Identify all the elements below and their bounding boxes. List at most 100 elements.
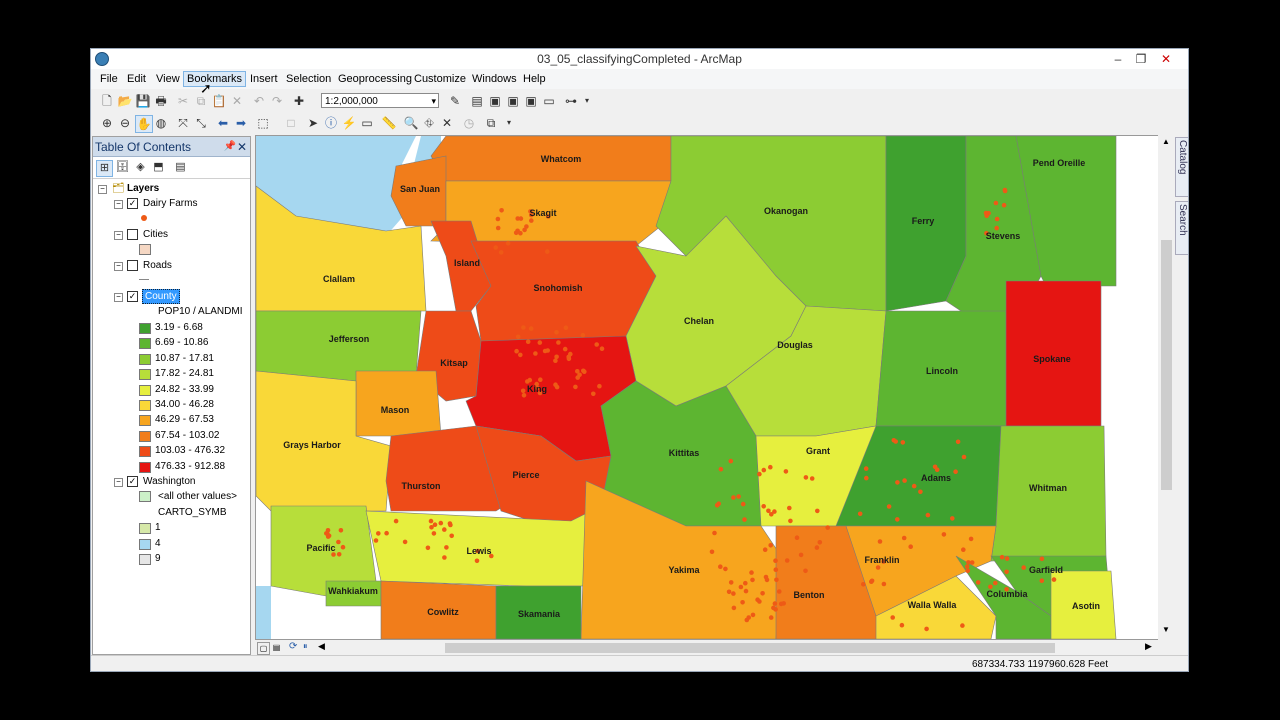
list-by-selection-icon[interactable]: ⬒	[151, 160, 166, 175]
toolbar-options-icon[interactable]: ▾	[579, 93, 595, 109]
collapse-washington-icon[interactable]: −	[114, 478, 123, 487]
paste-icon[interactable]: 📋	[211, 93, 227, 109]
county-mason[interactable]	[355, 370, 442, 437]
find-route-icon[interactable]: ⛗	[421, 115, 437, 131]
delete-icon[interactable]: ✕	[229, 93, 245, 109]
select-elements-icon[interactable]: ➤	[305, 115, 321, 131]
forward-extent-icon[interactable]: ➡	[233, 115, 249, 131]
catalog-window-icon[interactable]: ▣	[487, 93, 503, 109]
map-scale-dropdown[interactable]: 1:2,000,000 ▾	[321, 93, 439, 108]
dairy-farms-label[interactable]: Dairy Farms	[143, 197, 197, 210]
print-icon[interactable]: 🖶	[153, 93, 169, 109]
minimize-button[interactable]: –	[1107, 50, 1129, 68]
pause-drawing-icon[interactable]: ⏸	[303, 641, 308, 652]
cities-label[interactable]: Cities	[143, 228, 168, 241]
collapse-county-icon[interactable]: −	[114, 293, 123, 302]
roads-label[interactable]: Roads	[143, 259, 172, 272]
python-window-icon[interactable]: ▭	[541, 93, 557, 109]
county-jefferson[interactable]	[256, 310, 422, 382]
county-whitman[interactable]	[990, 425, 1107, 562]
hyperlink-icon[interactable]: ⚡	[341, 115, 357, 131]
select-features-icon[interactable]: ⬚	[255, 115, 271, 131]
pin-icon[interactable]: 📌	[224, 137, 236, 157]
data-view-icon[interactable]: ▤	[271, 642, 282, 653]
vertical-scroll-thumb[interactable]	[1161, 240, 1172, 490]
scroll-right-icon[interactable]: ▶	[1145, 641, 1152, 652]
dairy-farm-point	[750, 612, 756, 618]
back-extent-icon[interactable]: ⬅	[215, 115, 231, 131]
horizontal-scroll-thumb[interactable]	[445, 643, 1055, 653]
zoom-out-icon[interactable]: ⊖	[117, 115, 133, 131]
menu-file[interactable]: File	[97, 72, 121, 88]
new-document-icon[interactable]: 🗋	[99, 93, 115, 109]
horizontal-scrollbar[interactable]: ▢ ▤ ⟳ ⏸ ◀ ▶	[255, 640, 1158, 656]
close-button[interactable]: ✕	[1155, 50, 1177, 68]
search-tab[interactable]: Search	[1175, 201, 1188, 255]
clear-selection-icon[interactable]: □	[283, 115, 299, 131]
model-builder-icon[interactable]: ⊶	[563, 93, 579, 109]
cities-checkbox[interactable]	[127, 229, 138, 240]
scroll-down-icon[interactable]: ▼	[1162, 625, 1170, 634]
menu-geoprocessing[interactable]: Geoprocessing	[335, 72, 415, 88]
dairy-farms-checkbox[interactable]: ✓	[127, 198, 138, 209]
vertical-scrollbar[interactable]: ▲ ▼	[1158, 135, 1175, 640]
editor-toolbar-icon[interactable]: ✎	[447, 93, 463, 109]
scroll-left-icon[interactable]: ◀	[318, 641, 325, 652]
washington-label[interactable]: Washington	[143, 475, 195, 488]
fixed-zoom-out-icon[interactable]: ⤡	[193, 115, 209, 131]
washington-checkbox[interactable]: ✓	[127, 476, 138, 487]
zoom-in-icon[interactable]: ⊕	[99, 115, 115, 131]
redo-icon[interactable]: ↷	[269, 93, 285, 109]
add-data-icon[interactable]: ✚	[291, 93, 307, 109]
menu-edit[interactable]: Edit	[124, 72, 149, 88]
options-icon[interactable]: ▤	[173, 160, 188, 175]
list-by-source-icon[interactable]: 🗄	[115, 160, 130, 175]
menu-bookmarks[interactable]: Bookmarks	[183, 71, 247, 87]
restore-button[interactable]: ❐	[1130, 50, 1152, 68]
cut-icon[interactable]: ✂	[175, 93, 191, 109]
go-to-xy-icon[interactable]: ✕	[439, 115, 455, 131]
open-icon[interactable]: 📂	[117, 93, 133, 109]
map-view[interactable]: Whatcom San Juan Skagit Okanogan Ferry Steven…	[255, 135, 1175, 640]
menu-selection[interactable]: Selection	[283, 72, 334, 88]
layers-label[interactable]: Layers	[127, 182, 159, 195]
save-icon[interactable]: 💾	[135, 93, 151, 109]
list-by-visibility-icon[interactable]: ◈	[133, 160, 148, 175]
county-map[interactable]: Whatcom San Juan Skagit Okanogan Ferry Steven…	[256, 136, 1174, 639]
search-window-icon[interactable]: ▣	[505, 93, 521, 109]
scroll-up-icon[interactable]: ▲	[1162, 137, 1170, 146]
list-by-drawing-order-icon[interactable]: ⊞	[96, 160, 113, 177]
dairy-farm-point	[984, 213, 989, 219]
roads-checkbox[interactable]	[127, 260, 138, 271]
layout-view-icon[interactable]: ▢	[257, 642, 270, 655]
menu-insert[interactable]: Insert	[247, 72, 281, 88]
html-popup-icon[interactable]: ▭	[359, 115, 375, 131]
table-of-contents-icon[interactable]: ▤	[469, 93, 485, 109]
viewer-window-icon[interactable]: ⧉	[483, 115, 499, 131]
menu-help[interactable]: Help	[520, 72, 549, 88]
refresh-icon[interactable]: ⟳	[289, 641, 297, 652]
menu-view[interactable]: View	[153, 72, 183, 88]
time-slider-icon[interactable]: ◷	[461, 115, 477, 131]
catalog-tab[interactable]: Catalog	[1175, 137, 1188, 197]
menu-windows[interactable]: Windows	[469, 72, 520, 88]
identify-icon[interactable]: ⓘ	[323, 115, 339, 131]
full-extent-icon[interactable]: ◍	[153, 115, 169, 131]
county-checkbox[interactable]: ✓	[127, 291, 138, 302]
collapse-layers-icon[interactable]: −	[98, 185, 107, 194]
collapse-dairy-icon[interactable]: −	[114, 200, 123, 209]
measure-icon[interactable]: 📏	[381, 115, 397, 131]
toolbar-options-icon[interactable]: ▾	[501, 115, 517, 131]
undo-icon[interactable]: ↶	[251, 93, 267, 109]
collapse-roads-icon[interactable]: −	[114, 262, 123, 271]
dairy-farm-point	[518, 352, 523, 358]
side-dock-tabs: Catalog Search	[1175, 135, 1188, 275]
collapse-cities-icon[interactable]: −	[114, 231, 123, 240]
pan-icon[interactable]: ✋	[135, 115, 153, 133]
close-icon[interactable]: ✕	[237, 137, 247, 157]
find-icon[interactable]: 🔍	[403, 115, 419, 131]
county-label[interactable]: County	[142, 289, 180, 304]
fixed-zoom-in-icon[interactable]: ⤧	[175, 115, 191, 131]
arctoolbox-icon[interactable]: ▣	[523, 93, 539, 109]
menu-customize[interactable]: Customize	[411, 72, 469, 88]
